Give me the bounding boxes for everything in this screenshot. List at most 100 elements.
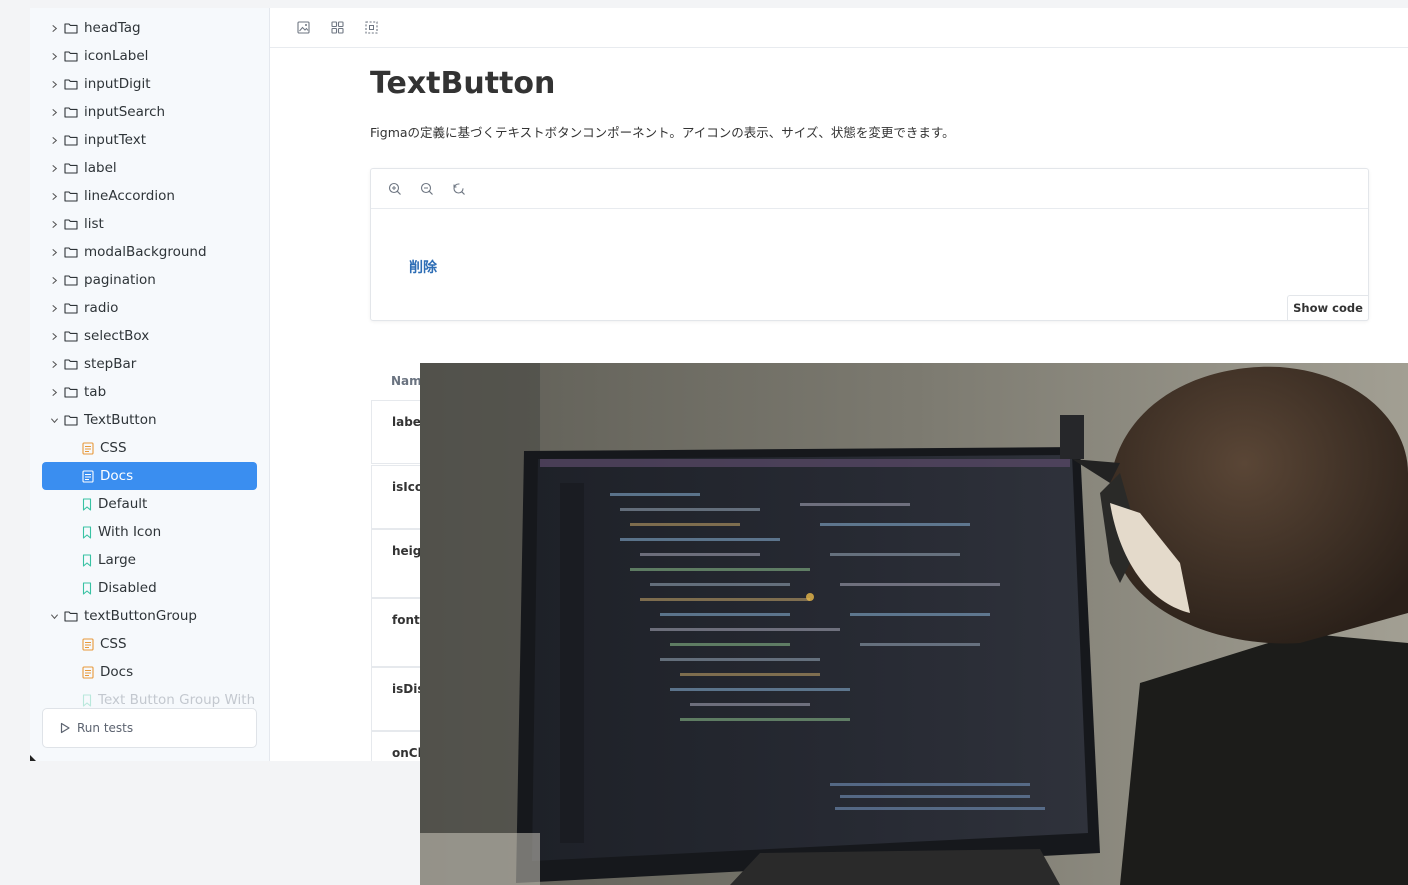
- zoom-out-icon[interactable]: [411, 173, 443, 205]
- story-preview: 削除 Show code: [370, 168, 1369, 321]
- bookmark-icon: [82, 693, 92, 707]
- folder-icon: [64, 414, 78, 426]
- sidebar-item-label: CSS: [100, 440, 127, 456]
- sidebar-item-label: radio: [84, 300, 119, 316]
- sidebar-item-label: inputText: [84, 132, 147, 148]
- chevron-right-icon[interactable]: [48, 332, 60, 341]
- reset-zoom-icon[interactable]: [443, 173, 475, 205]
- storybook-window: headTag iconLabel inputDigit inputSearch inp…: [0, 0, 1408, 885]
- sidebar-item-label: TextButton: [84, 412, 157, 428]
- sidebar-item-label: stepBar: [84, 356, 137, 372]
- sidebar-item-label: lineAccordion: [84, 188, 175, 204]
- folder-icon: [64, 610, 78, 622]
- sidebar-item-label: modalBackground: [84, 244, 207, 260]
- folder-icon: [64, 50, 78, 62]
- sidebar-item-pagination[interactable]: pagination: [30, 266, 269, 294]
- sidebar-item-label: With Icon: [98, 524, 162, 540]
- sidebar-item-inputdigit[interactable]: inputDigit: [30, 70, 269, 98]
- sidebar-item-stepbar[interactable]: stepBar: [30, 350, 269, 378]
- folder-icon: [64, 330, 78, 342]
- chevron-right-icon[interactable]: [48, 388, 60, 397]
- bookmark-icon: [82, 497, 92, 511]
- sidebar-item-label: pagination: [84, 272, 156, 288]
- sidebar-item-headtag[interactable]: headTag: [30, 14, 269, 42]
- sidebar-item-label: headTag: [84, 20, 141, 36]
- show-code-button[interactable]: Show code: [1287, 295, 1369, 321]
- sidebar-item-label: Default: [98, 496, 148, 512]
- sidebar-item-with-icon[interactable]: With Icon: [30, 518, 269, 546]
- sidebar-item-lineaccordion[interactable]: lineAccordion: [30, 182, 269, 210]
- sidebar-item-docs[interactable]: Docs: [30, 658, 269, 686]
- folder-icon: [64, 162, 78, 174]
- chevron-right-icon[interactable]: [48, 136, 60, 145]
- sidebar-item-textbuttongroup[interactable]: textButtonGroup: [30, 602, 269, 630]
- folder-icon: [64, 246, 78, 258]
- sidebar-item-disabled[interactable]: Disabled: [30, 574, 269, 602]
- chevron-right-icon[interactable]: [48, 360, 60, 369]
- sidebar-item-label: Large: [98, 552, 136, 568]
- bookmark-icon: [82, 553, 92, 567]
- sidebar-item-label: CSS: [100, 636, 127, 652]
- chevron-right-icon[interactable]: [48, 108, 60, 117]
- chevron-right-icon[interactable]: [48, 220, 60, 229]
- document-icon: [82, 637, 94, 651]
- sidebar-item-label[interactable]: label: [30, 154, 269, 182]
- sidebar-item-radio[interactable]: radio: [30, 294, 269, 322]
- zoom-in-icon[interactable]: [379, 173, 411, 205]
- play-icon: [60, 722, 70, 734]
- chevron-right-icon[interactable]: [48, 24, 60, 33]
- sidebar-item-iconlabel[interactable]: iconLabel: [30, 42, 269, 70]
- page-title: TextButton: [370, 66, 556, 101]
- developer-photo: [420, 363, 1408, 885]
- chevron-right-icon[interactable]: [48, 80, 60, 89]
- sidebar-item-label: Docs: [100, 468, 134, 484]
- sidebar-item-inputtext[interactable]: inputText: [30, 126, 269, 154]
- sidebar-item-label: inputSearch: [84, 104, 166, 120]
- sidebar-item-label: Text Button Group With: [98, 692, 256, 708]
- sidebar-item-label: inputDigit: [84, 76, 151, 92]
- chevron-down-icon[interactable]: [48, 416, 60, 425]
- document-icon: [82, 665, 94, 679]
- sidebar-item-label: Docs: [100, 664, 134, 680]
- chevron-right-icon[interactable]: [48, 52, 60, 61]
- outline-icon[interactable]: [354, 11, 388, 45]
- chevron-right-icon[interactable]: [48, 164, 60, 173]
- resize-corner-icon: [30, 755, 36, 761]
- folder-icon: [64, 358, 78, 370]
- sidebar-item-default[interactable]: Default: [30, 490, 269, 518]
- chevron-right-icon[interactable]: [48, 192, 60, 201]
- sidebar-item-inputsearch[interactable]: inputSearch: [30, 98, 269, 126]
- folder-icon: [64, 78, 78, 90]
- image-icon[interactable]: [286, 11, 320, 45]
- sidebar-item-tab[interactable]: tab: [30, 378, 269, 406]
- sidebar-item-large[interactable]: Large: [30, 546, 269, 574]
- folder-icon: [64, 106, 78, 118]
- sidebar-item-css[interactable]: CSS: [30, 434, 269, 462]
- folder-icon: [64, 22, 78, 34]
- folder-icon: [64, 134, 78, 146]
- run-tests-button[interactable]: Run tests: [42, 708, 257, 748]
- chevron-right-icon[interactable]: [48, 304, 60, 313]
- preview-toolbar: [371, 169, 1368, 209]
- delete-text-button[interactable]: 削除: [409, 257, 437, 277]
- sidebar-item-textbutton[interactable]: TextButton: [30, 406, 269, 434]
- folder-icon: [64, 190, 78, 202]
- props-name-header: Nam: [391, 374, 422, 388]
- page-description: Figmaの定義に基づくテキストボタンコンポーネント。アイコンの表示、サイズ、状…: [370, 125, 955, 140]
- chevron-right-icon[interactable]: [48, 276, 60, 285]
- sidebar-item-docs[interactable]: Docs: [42, 462, 257, 490]
- sidebar-item-selectbox[interactable]: selectBox: [30, 322, 269, 350]
- run-tests-label: Run tests: [77, 721, 134, 735]
- folder-icon: [64, 302, 78, 314]
- sidebar-item-label: Disabled: [98, 580, 157, 596]
- sidebar-item-modalbackground[interactable]: modalBackground: [30, 238, 269, 266]
- sidebar-item-list[interactable]: list: [30, 210, 269, 238]
- grid-icon[interactable]: [320, 11, 354, 45]
- sidebar-item-css[interactable]: CSS: [30, 630, 269, 658]
- sidebar-item-label: textButtonGroup: [84, 608, 197, 624]
- developer-photo-illustration: [420, 363, 1408, 885]
- chevron-right-icon[interactable]: [48, 248, 60, 257]
- chevron-down-icon[interactable]: [48, 612, 60, 621]
- document-icon: [82, 441, 94, 455]
- top-toolbar: [270, 8, 1408, 48]
